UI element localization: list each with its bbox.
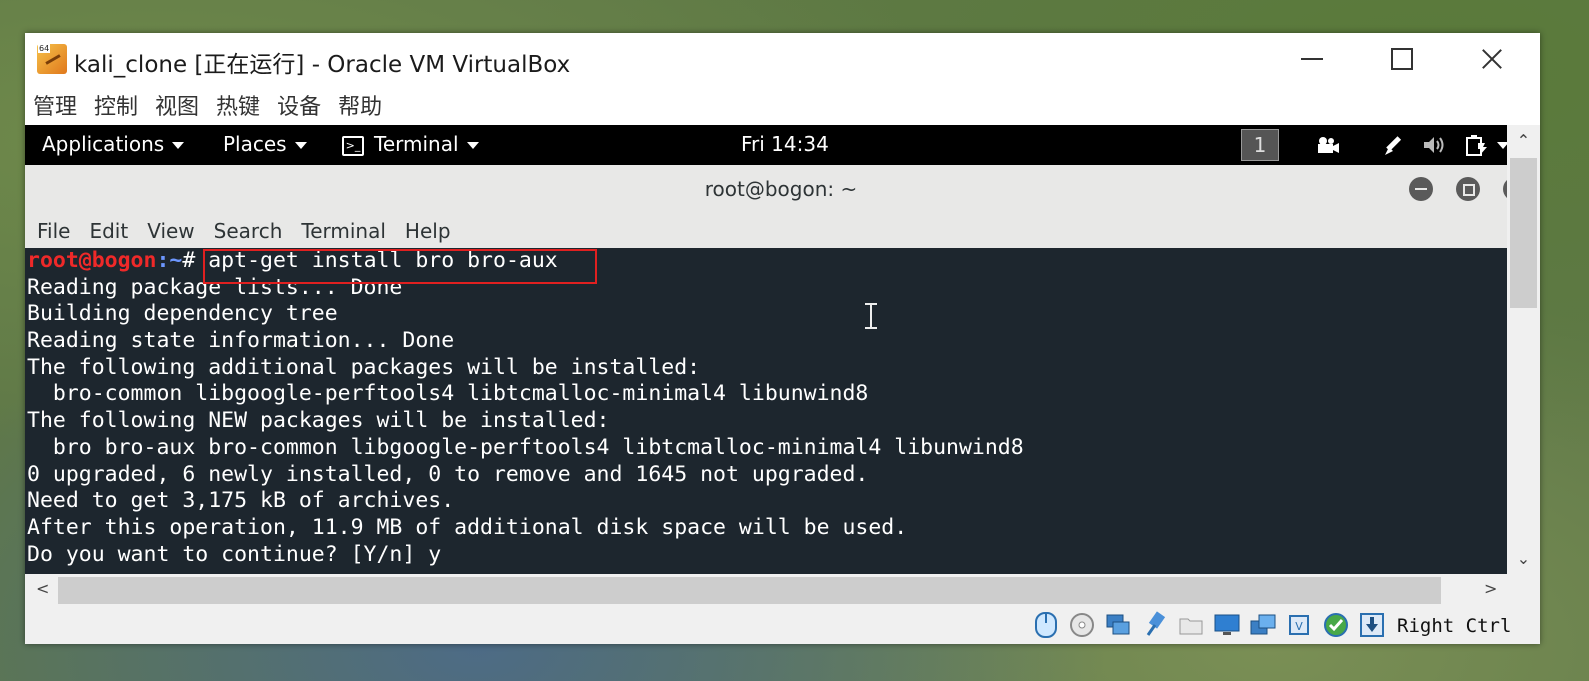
arch-badge: 64 [38,44,51,53]
vertical-scroll-thumb[interactable] [1510,158,1537,308]
horizontal-scroll-thumb[interactable] [58,577,1441,604]
output-line: After this operation, 11.9 MB of additio… [27,514,908,540]
gnome-top-panel: Applications Places >_ Terminal Fri 14:34… [25,125,1507,165]
places-menu[interactable]: Places [223,132,307,156]
video-camera-icon[interactable] [1315,133,1341,157]
command-highlight-box [203,249,597,284]
applications-label: Applications [42,132,165,156]
terminal-menu-view[interactable]: View [147,219,194,243]
prompt-path: :~ [156,248,183,273]
status-bar: V Right Ctrl [25,607,1540,644]
text-cursor-icon [865,303,877,329]
terminal-window: root@bogon: ~ File Edit View Search Term… [25,165,1507,574]
shared-folder-icon[interactable] [1177,611,1205,639]
output-line: Do you want to continue? [Y/n] y [27,541,442,567]
places-label: Places [223,132,287,156]
menu-devices[interactable]: 设备 [277,89,321,121]
terminal-icon: >_ [342,135,364,156]
terminal-menu-search[interactable]: Search [214,219,283,243]
cpu-icon[interactable]: V [1285,611,1313,639]
virtualbox-window: 64 kali_clone [正在运行] - Oracle VM Virtual… [25,33,1540,644]
workspace-indicator[interactable]: 1 [1241,129,1279,161]
terminal-app-label: Terminal [374,132,459,156]
chevron-down-icon [172,142,185,149]
output-line: Reading state information... Done [27,328,455,354]
usb-icon[interactable] [1140,611,1168,639]
vbox-menu-bar: 管理 控制 视图 热键 设备 帮助 [25,85,1540,125]
terminal-app-menu[interactable]: >_ Terminal [342,132,479,156]
system-menu-arrow-icon[interactable] [1497,142,1507,149]
title-bar[interactable]: 64 kali_clone [正在运行] - Oracle VM Virtual… [25,33,1540,85]
terminal-output[interactable]: root@bogon:~# apt-get install bro bro-au… [25,248,1507,574]
terminal-menu-file[interactable]: File [37,219,70,243]
output-line: The following NEW packages will be insta… [27,408,610,434]
output-line: bro-common libgoogle-perftools4 libtcmal… [27,381,869,407]
chevron-down-icon [466,142,479,149]
volume-icon[interactable] [1421,133,1447,157]
terminal-menu-bar: File Edit View Search Terminal Help [25,213,1507,248]
svg-text:V: V [1295,620,1303,633]
terminal-minimize-button[interactable] [1409,177,1433,201]
guest-display[interactable]: Applications Places >_ Terminal Fri 14:34… [25,125,1507,574]
horizontal-scrollbar[interactable]: < > [25,574,1507,607]
output-line: bro bro-aux bro-common libgoogle-perftoo… [27,434,1024,460]
output-line: The following additional packages will b… [27,354,701,380]
terminal-menu-help[interactable]: Help [405,219,451,243]
terminal-menu-edit[interactable]: Edit [89,219,128,243]
network-icon[interactable] [1104,611,1132,639]
optical-drive-icon[interactable] [1068,611,1096,639]
capture-icon[interactable] [1358,611,1386,639]
scroll-right-icon[interactable]: > [1484,579,1497,598]
prompt-user: root@bogon [27,248,157,273]
pen-icon[interactable] [1381,133,1407,157]
guest-additions-icon[interactable] [1322,611,1350,639]
maximize-button[interactable] [1357,33,1447,85]
output-line: Building dependency tree [27,301,338,327]
snapshot-icon[interactable] [1249,611,1277,639]
window-title: kali_clone [正在运行] - Oracle VM VirtualBox [74,52,571,78]
menu-view[interactable]: 视图 [155,89,199,121]
mouse-integration-icon[interactable] [1032,611,1060,639]
scroll-up-icon[interactable]: ⌃ [1507,131,1540,150]
terminal-maximize-button[interactable] [1456,177,1480,201]
virtualbox-app-icon: 64 [37,44,67,74]
close-button[interactable] [1447,33,1537,85]
minimize-button[interactable] [1267,33,1357,85]
maximize-icon [1391,48,1413,70]
applications-menu[interactable]: Applications [42,132,185,156]
scroll-corner [1507,574,1540,607]
output-line: Need to get 3,175 kB of archives. [27,488,455,514]
menu-hotkeys[interactable]: 热键 [216,89,260,121]
battery-icon[interactable] [1463,133,1489,157]
chevron-down-icon [294,142,307,149]
menu-control[interactable]: 控制 [94,89,138,121]
menu-manage[interactable]: 管理 [33,89,77,121]
minimize-icon [1301,58,1323,60]
host-key-label: Right Ctrl [1397,615,1512,637]
display-icon[interactable] [1213,611,1241,639]
output-line: 0 upgraded, 6 newly installed, 0 to remo… [27,461,869,487]
terminal-title-bar[interactable]: root@bogon: ~ [25,165,1507,214]
menu-help[interactable]: 帮助 [338,89,382,121]
terminal-title: root@bogon: ~ [704,177,858,201]
scroll-left-icon[interactable]: < [36,579,49,598]
terminal-menu-terminal[interactable]: Terminal [301,219,386,243]
close-icon [1481,48,1503,70]
panel-clock[interactable]: Fri 14:34 [741,132,829,156]
vertical-scrollbar[interactable]: ⌃ ⌄ [1507,125,1540,574]
scroll-down-icon[interactable]: ⌄ [1507,549,1540,568]
